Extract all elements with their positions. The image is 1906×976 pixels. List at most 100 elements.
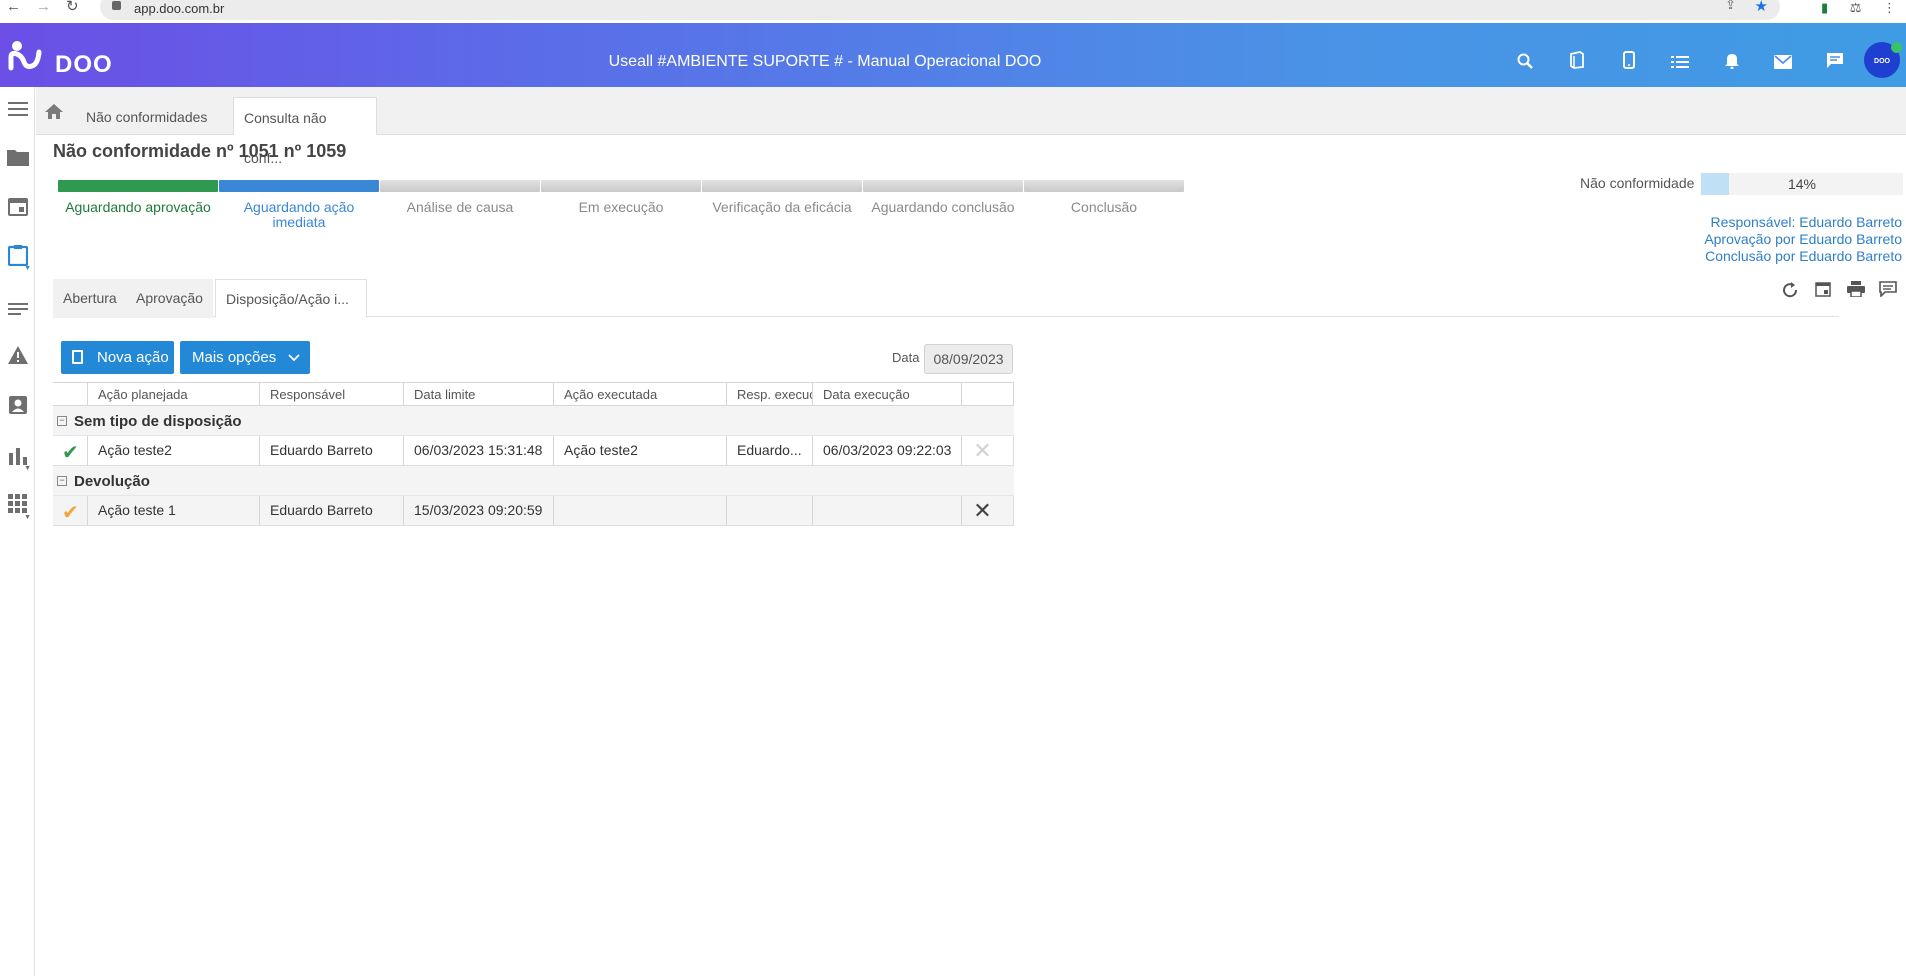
status-cell: ✔ (53, 496, 87, 525)
grid-icon[interactable]: ▼ (0, 493, 35, 523)
table-cell: 06/03/2023 15:31:48 (403, 436, 553, 465)
step-bar (541, 180, 701, 192)
bookmark-star-icon[interactable]: ★ (1755, 0, 1768, 15)
column-header[interactable]: Data execução (812, 383, 961, 405)
actions-grid: Ação planejada Responsável Data limite A… (53, 382, 1014, 526)
tab-disposicao-acao-imediata[interactable]: Disposição/Ação i... (215, 279, 367, 318)
chevron-down-icon: ▼ (24, 465, 31, 472)
group-row[interactable]: − Devolução (53, 466, 1014, 496)
share-icon[interactable]: ⇪ (1725, 0, 1736, 13)
table-cell: Ação teste2 (87, 436, 259, 465)
column-header[interactable]: Resp. execução (726, 383, 812, 405)
browser-menu-icon[interactable]: ⋮ (1883, 0, 1896, 16)
aprovacao-link[interactable]: Aprovação por Eduardo Barreto (1704, 231, 1902, 248)
page-title: Não conformidade nº 1051 nº 1059 (53, 141, 347, 161)
tab-aprovacao[interactable]: Aprovação (126, 279, 213, 318)
group-name: Devolução (74, 473, 150, 490)
calendar-icon[interactable] (0, 195, 35, 225)
progress-bar: 14% (1701, 173, 1903, 195)
chevron-down-icon: ▼ (24, 514, 31, 521)
book-icon[interactable] (1566, 51, 1588, 73)
calendar-icon[interactable] (1813, 281, 1833, 301)
grid-header: Ação planejada Responsável Data limite A… (53, 382, 1014, 406)
actions-column-header (961, 383, 1014, 405)
warning-icon[interactable] (0, 344, 35, 374)
chevron-down-icon (288, 341, 300, 374)
clipboard-icon[interactable]: ▼ (0, 244, 35, 274)
extension-icon[interactable]: ▮ (1821, 0, 1828, 16)
delete-cell: ✕ (961, 496, 1014, 525)
address-bar[interactable]: app.doo.com.br ⇪ ★ (100, 0, 1780, 20)
group-row[interactable]: − Sem tipo de disposição (53, 406, 1014, 436)
table-cell: 15/03/2023 09:20:59 (403, 496, 553, 525)
avatar-text: DOO (1874, 58, 1890, 65)
list-icon[interactable] (1669, 54, 1691, 76)
contact-icon[interactable] (0, 394, 35, 424)
text-lines-icon[interactable] (0, 295, 35, 325)
status-column-header (53, 383, 87, 405)
mobile-icon[interactable] (1618, 51, 1640, 73)
step-bar (1024, 180, 1184, 192)
bar-chart-icon[interactable]: ▼ (0, 444, 35, 474)
folder-icon[interactable] (0, 145, 35, 175)
new-action-button[interactable]: Nova ação (61, 341, 174, 374)
step-verificacao-da-eficacia: Verificação da eficácia (702, 180, 862, 215)
more-options-button[interactable]: Mais opções (180, 341, 310, 374)
step-label: Verificação da eficácia (712, 199, 852, 215)
step-bar (219, 180, 379, 192)
delete-cell: ✕ (961, 436, 1014, 465)
conclusao-link[interactable]: Conclusão por Eduardo Barreto (1704, 248, 1902, 265)
check-icon: ✔ (62, 442, 79, 464)
collapse-icon[interactable]: − (57, 416, 67, 426)
table-cell: Ação teste 1 (87, 496, 259, 525)
column-header[interactable]: Ação executada (553, 383, 726, 405)
column-header[interactable]: Responsável (259, 383, 403, 405)
home-icon[interactable] (44, 103, 64, 121)
mail-icon[interactable] (1772, 54, 1794, 76)
online-status-dot (1891, 42, 1902, 53)
chat-icon[interactable] (1824, 52, 1846, 74)
menu-icon[interactable] (0, 96, 35, 126)
step-label: Aguardando aprovação (65, 199, 211, 215)
refresh-icon[interactable] (1780, 281, 1800, 301)
tab-abertura[interactable]: Abertura (53, 279, 127, 318)
print-icon[interactable] (1846, 281, 1866, 301)
tab-nao-conformidades[interactable]: Não conformidades (76, 97, 217, 135)
tab-consulta-nao-conformidade[interactable]: Consulta não conf... (233, 97, 377, 166)
reload-icon[interactable]: ↻ (66, 0, 79, 14)
group-name: Sem tipo de disposição (74, 413, 242, 430)
url-text: app.doo.com.br (134, 1, 225, 16)
column-header[interactable]: Ação planejada (87, 383, 259, 405)
status-cell: ✔ (53, 436, 87, 465)
table-cell: Eduardo... (726, 436, 812, 465)
table-row[interactable]: ✔ Ação teste2 Eduardo Barreto 06/03/2023… (53, 436, 1014, 466)
user-avatar[interactable]: DOO (1864, 42, 1902, 78)
forward-icon[interactable]: → (36, 0, 51, 14)
comment-icon[interactable] (1878, 281, 1898, 301)
table-cell: Eduardo Barreto (259, 496, 403, 525)
date-field[interactable]: 08/09/2023 (924, 344, 1013, 374)
step-label: Em execução (578, 199, 664, 215)
column-header[interactable]: Data limite (403, 383, 553, 405)
delete-icon: ✕ (973, 438, 992, 463)
breadcrumb: Não conformidades Consulta não conf... (36, 87, 1906, 166)
bell-icon[interactable] (1721, 51, 1743, 73)
new-action-label: Nova ação (97, 349, 169, 366)
collapse-icon[interactable]: − (57, 476, 67, 486)
table-cell (553, 496, 726, 525)
detail-tabs: Abertura Aprovação Disposição/Ação i... (53, 279, 1839, 318)
check-icon: ✔ (62, 502, 79, 524)
delete-icon[interactable]: ✕ (962, 496, 1003, 525)
progress-label: Não conformidade (1580, 175, 1695, 191)
date-label: Data (892, 350, 920, 365)
table-row[interactable]: ✔ Ação teste 1 Eduardo Barreto 15/03/202… (53, 496, 1014, 526)
step-conclusao: Conclusão (1024, 180, 1184, 215)
table-cell: Ação teste2 (553, 436, 726, 465)
search-icon[interactable] (1514, 53, 1536, 75)
step-bar (58, 180, 218, 192)
responsavel-link[interactable]: Responsável: Eduardo Barreto (1704, 214, 1902, 231)
back-icon[interactable]: ← (6, 0, 21, 14)
profile-extension-icon[interactable]: ⚖ (1850, 0, 1862, 16)
step-aguardando-aprovacao: Aguardando aprovação (58, 180, 218, 215)
table-cell (812, 496, 961, 525)
